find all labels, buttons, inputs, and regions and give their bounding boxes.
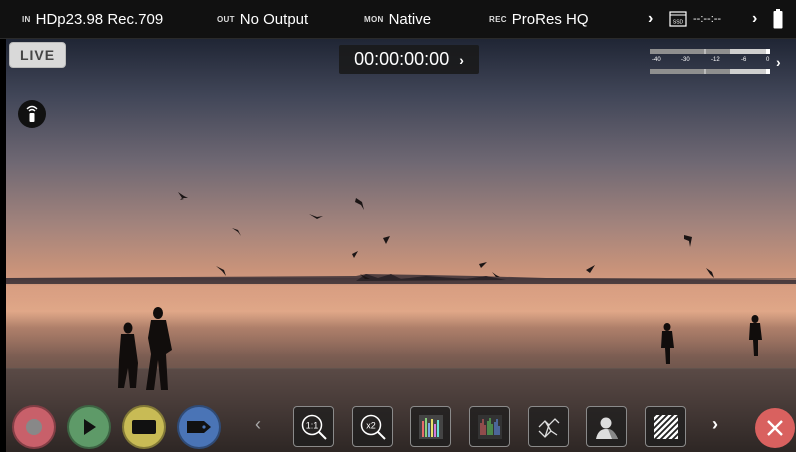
remote-icon[interactable] bbox=[18, 100, 46, 128]
drive-status[interactable]: SSD --:--:-- bbox=[669, 0, 721, 38]
drive-time: --:--:-- bbox=[693, 13, 722, 25]
timecode-display[interactable]: 00:00:00:00 › bbox=[339, 45, 479, 74]
meter-label-0: 0 bbox=[766, 57, 770, 63]
monitor-screen: IN HDp23.98 Rec.709 OUT No Output MON Na… bbox=[0, 0, 796, 452]
play-button[interactable] bbox=[67, 405, 111, 449]
video-preview[interactable] bbox=[6, 38, 796, 452]
focus-peaking-icon bbox=[538, 417, 559, 438]
output-tag: OUT bbox=[217, 14, 235, 24]
record-icon bbox=[26, 419, 42, 435]
waveform-tool[interactable] bbox=[410, 406, 451, 447]
zebra-icon bbox=[653, 414, 678, 439]
scene-silhouettes bbox=[6, 192, 796, 390]
chevron-right-icon: › bbox=[648, 10, 654, 27]
input-tag: IN bbox=[22, 14, 31, 24]
zoom-1to1-tool[interactable]: 1:1 bbox=[293, 406, 334, 447]
input-format: HDp23.98 Rec.709 bbox=[35, 10, 164, 28]
audio-meter-ch1 bbox=[650, 49, 770, 54]
display-button[interactable] bbox=[122, 405, 166, 449]
output-status[interactable]: OUT No Output bbox=[217, 0, 308, 38]
record-tag: REC bbox=[489, 14, 507, 24]
waveform-icon bbox=[418, 414, 443, 439]
record-button[interactable] bbox=[12, 405, 56, 449]
vectorscope-tool[interactable] bbox=[469, 406, 510, 447]
zoom-x2-tool[interactable]: x2 bbox=[352, 406, 393, 447]
ssd-icon: SSD bbox=[669, 11, 687, 27]
tag-icon bbox=[187, 421, 211, 433]
toolbar-next-chevron[interactable]: › bbox=[712, 414, 718, 435]
toolbar-prev-chevron[interactable]: ‹ bbox=[255, 414, 261, 435]
tag-button[interactable] bbox=[177, 405, 221, 449]
play-icon bbox=[84, 419, 96, 435]
record-codec: ProRes HQ bbox=[511, 10, 589, 28]
record-chevron[interactable]: › bbox=[648, 0, 653, 38]
ssd-label: SSD bbox=[673, 20, 684, 26]
chevron-right-icon: › bbox=[459, 51, 464, 68]
meter-label-6: -6 bbox=[741, 57, 747, 63]
audio-meter-scale: -40 -30 -12 -6 0 bbox=[650, 57, 772, 67]
battery-icon bbox=[773, 9, 783, 29]
magnifier-icon: 1:1 bbox=[301, 414, 327, 440]
input-status[interactable]: IN HDp23.98 Rec.709 bbox=[22, 0, 163, 38]
live-badge[interactable]: LIVE bbox=[9, 42, 66, 68]
timecode-value: 00:00:00:00 bbox=[354, 49, 450, 69]
battery-status[interactable] bbox=[773, 0, 783, 38]
zoom-1to1-label: 1:1 bbox=[305, 420, 318, 430]
monitor-status[interactable]: MON Native bbox=[364, 0, 431, 38]
close-icon bbox=[767, 420, 783, 436]
monitor-mode: Native bbox=[388, 10, 432, 28]
chevron-right-icon[interactable]: › bbox=[776, 54, 781, 70]
focus-peaking-tool[interactable] bbox=[528, 406, 569, 447]
meter-label-30: -30 bbox=[681, 57, 690, 63]
magnifier-icon: x2 bbox=[360, 414, 386, 440]
rgb-parade-icon bbox=[477, 414, 502, 439]
meter-label-40: -40 bbox=[652, 57, 661, 63]
status-bar: IN HDp23.98 Rec.709 OUT No Output MON Na… bbox=[0, 0, 796, 39]
record-status[interactable]: REC ProRes HQ bbox=[489, 0, 588, 38]
zebra-tool[interactable] bbox=[645, 406, 686, 447]
false-color-tool[interactable] bbox=[586, 406, 627, 447]
meter-label-12: -12 bbox=[711, 57, 720, 63]
screen-icon bbox=[132, 420, 156, 434]
chevron-right-icon: › bbox=[752, 10, 758, 27]
audio-meters[interactable]: -40 -30 -12 -6 0 bbox=[650, 48, 772, 78]
false-color-icon bbox=[595, 417, 618, 439]
audio-meter-ch2 bbox=[650, 69, 770, 74]
drive-chevron[interactable]: › bbox=[752, 0, 757, 38]
output-format: No Output bbox=[239, 10, 309, 28]
monitor-tag: MON bbox=[364, 14, 384, 24]
zoom-x2-label: x2 bbox=[366, 420, 376, 430]
close-button[interactable] bbox=[755, 408, 795, 448]
